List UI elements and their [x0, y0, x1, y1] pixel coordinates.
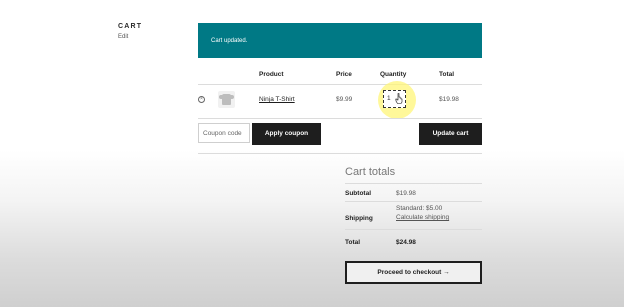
notice-text: Cart updated. — [211, 38, 248, 44]
calculate-shipping-link[interactable]: Calculate shipping — [396, 214, 449, 221]
line-total-cell: $19.98 — [439, 96, 459, 103]
cart-heading: CART — [118, 23, 143, 30]
header-product: Product — [259, 71, 284, 78]
edit-link[interactable]: Edit — [118, 34, 128, 40]
cart-totals-title: Cart totals — [345, 166, 396, 178]
totals-divider-3 — [345, 229, 482, 230]
cart-updated-notice: Cart updated. — [198, 23, 482, 58]
header-price: Price — [336, 71, 352, 78]
remove-item-icon[interactable]: × — [198, 96, 205, 103]
hand-pointer-icon — [395, 93, 403, 104]
total-label: Total — [345, 239, 361, 246]
totals-divider-2 — [345, 201, 482, 202]
totals-divider-1 — [345, 183, 482, 184]
shipping-method: Standard: $5.00 — [396, 205, 443, 212]
apply-coupon-button[interactable]: Apply coupon — [252, 123, 321, 145]
actions-divider — [198, 153, 482, 154]
coupon-code-input[interactable]: Coupon code — [198, 123, 250, 143]
total-value: $24.98 — [396, 239, 416, 246]
price-cell: $9.99 — [336, 96, 353, 103]
proceed-to-checkout-button[interactable]: Proceed to checkout → — [345, 261, 482, 284]
shipping-label: Shipping — [345, 215, 373, 222]
header-total: Total — [439, 71, 455, 78]
tshirt-thumbnail[interactable] — [218, 91, 235, 108]
subtotal-label: Subtotal — [345, 190, 371, 197]
subtotal-value: $19.98 — [396, 190, 416, 197]
update-cart-button[interactable]: Update cart — [419, 123, 482, 145]
header-quantity: Quantity — [380, 71, 407, 78]
header-divider — [198, 84, 482, 85]
row-divider — [198, 118, 482, 119]
product-link[interactable]: Ninja T-Shirt — [259, 96, 295, 103]
